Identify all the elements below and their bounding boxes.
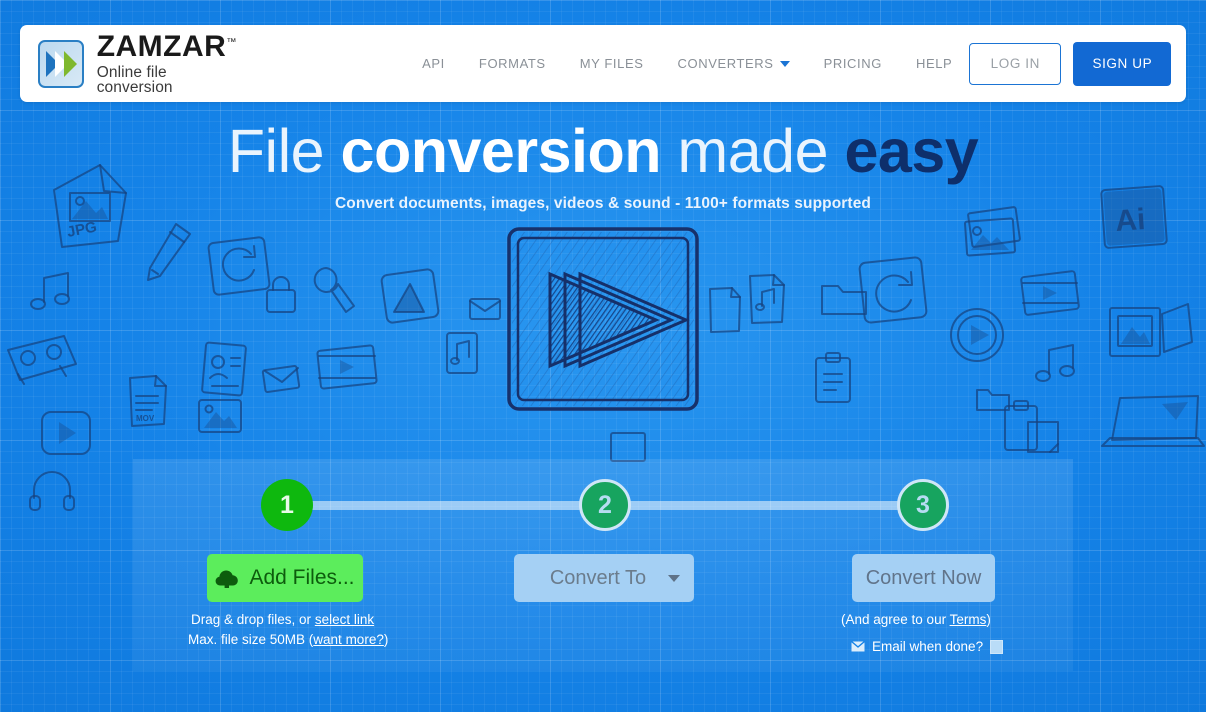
nav-api[interactable]: API xyxy=(405,56,462,71)
signup-button[interactable]: SIGN UP xyxy=(1073,41,1172,86)
file-size-hint: Max. file size 50MB (want more?) xyxy=(188,632,388,647)
step-indicator: 1 2 3 xyxy=(133,459,1073,559)
doodle-wrench-icon xyxy=(313,267,355,313)
nav-converters[interactable]: CONVERTERS xyxy=(661,56,807,71)
double-chevron-logo-icon xyxy=(38,39,84,88)
doodle-mov-file-icon: MOV xyxy=(129,375,167,427)
doodle-envelope-icon xyxy=(469,298,501,320)
svg-text:MOV: MOV xyxy=(136,414,155,423)
want-more-link[interactable]: want more? xyxy=(313,632,384,647)
email-when-done-checkbox[interactable] xyxy=(990,639,1004,654)
hero-title-part-4: easy xyxy=(844,117,979,185)
chevron-down-icon xyxy=(668,574,680,582)
email-when-done-row: Email when done? xyxy=(851,639,1004,654)
doodle-headphones-icon xyxy=(29,471,75,511)
doodle-film-strip-icon xyxy=(316,344,378,390)
step-1[interactable]: 1 xyxy=(261,479,313,531)
step-2[interactable]: 2 xyxy=(579,479,631,531)
terms-hint-prefix: (And agree to our xyxy=(841,612,950,627)
nav-formats-label: FORMATS xyxy=(478,56,546,71)
logo-wordmark: ZAMZAR xyxy=(96,29,227,63)
nav-converters-label: CONVERTERS xyxy=(677,56,774,71)
doodle-image-frame-icon xyxy=(380,268,440,324)
convert-now-button[interactable]: Convert Now xyxy=(852,554,995,602)
hero-section: File conversion made easy Convert docume… xyxy=(0,117,1206,213)
nav-pricing-label: PRICING xyxy=(823,56,882,71)
widget-controls: Add Files... Convert To Convert Now Drag… xyxy=(133,554,1073,671)
doodle-music-note-2-icon xyxy=(1035,344,1075,382)
doodle-contact-card-icon xyxy=(201,341,247,397)
doodle-laptop-icon xyxy=(1101,395,1205,447)
doodle-music-note-icon xyxy=(30,272,70,310)
add-files-button[interactable]: Add Files... xyxy=(207,554,363,602)
fast-forward-chevrons-sketch-icon xyxy=(504,224,702,419)
doodle-play-circle-icon xyxy=(950,308,1004,362)
terms-hint: (And agree to our Terms) xyxy=(841,612,991,627)
envelope-icon xyxy=(851,641,865,652)
email-when-done-label: Email when done? xyxy=(872,639,984,654)
doodle-lock-icon xyxy=(266,276,296,313)
doodle-audio-file-icon xyxy=(749,274,785,324)
nav-my-files[interactable]: MY FILES xyxy=(563,56,661,71)
doodle-play-square-icon xyxy=(41,411,91,455)
doodle-folder-2-icon xyxy=(976,389,1010,411)
doodle-file-page-icon xyxy=(709,287,741,333)
doodle-clipboard-icon xyxy=(815,352,851,403)
nav-my-files-label: MY FILES xyxy=(579,56,644,71)
auth-buttons: LOG IN SIGN UP xyxy=(969,41,1172,86)
drag-drop-hint-text: Drag & drop files, or xyxy=(191,612,315,627)
nav-api-label: API xyxy=(422,56,445,71)
file-size-hint-text: Max. file size 50MB ( xyxy=(188,632,314,647)
login-button[interactable]: LOG IN xyxy=(969,42,1062,85)
nav-formats[interactable]: FORMATS xyxy=(462,56,563,71)
drag-drop-hint: Drag & drop files, or select link xyxy=(191,612,374,627)
logo-tagline: Online file conversion xyxy=(96,63,173,96)
convert-now-button-label: Convert Now xyxy=(865,566,982,589)
hero-title-part-3: made xyxy=(660,117,845,185)
doodle-stacked-photos-icon xyxy=(964,206,1021,257)
doodle-pencil-icon xyxy=(147,223,191,281)
file-size-hint-suffix: ) xyxy=(383,632,389,647)
select-link[interactable]: select link xyxy=(315,612,374,627)
main-navigation: API FORMATS MY FILES CONVERTERS PRICING … xyxy=(405,56,969,71)
logo-trademark: ™ xyxy=(226,36,237,48)
cloud-upload-icon xyxy=(216,570,239,588)
site-header: ZAMZAR™ Online file conversion API FORMA… xyxy=(20,25,1186,102)
conversion-widget: 1 2 3 Add Files... Convert To Convert No… xyxy=(133,459,1073,671)
nav-pricing[interactable]: PRICING xyxy=(807,56,899,71)
terms-hint-suffix: ) xyxy=(986,612,991,627)
nav-help[interactable]: HELP xyxy=(899,56,969,71)
hero-subtitle: Convert documents, images, videos & soun… xyxy=(335,195,871,213)
hero-title-part-2: conversion xyxy=(340,117,662,185)
doodle-framed-picture-icon xyxy=(1109,303,1193,357)
chevron-down-icon xyxy=(779,60,790,67)
convert-to-dropdown-label: Convert To xyxy=(549,566,647,589)
terms-link[interactable]: Terms xyxy=(950,612,987,627)
doodle-video-reel-icon xyxy=(1020,270,1080,316)
doodle-cassette-icon xyxy=(7,335,77,385)
doodle-note-page-icon xyxy=(446,332,478,374)
add-files-button-label: Add Files... xyxy=(249,566,355,589)
doodle-envelope-2-icon xyxy=(261,364,301,394)
hero-title-part-1: File xyxy=(227,117,341,185)
doodle-circular-arrow-icon xyxy=(858,256,928,324)
doodle-photo-icon xyxy=(198,399,242,433)
convert-to-dropdown[interactable]: Convert To xyxy=(514,554,694,602)
doodle-refresh-disc-icon xyxy=(207,236,271,296)
signup-button-label: SIGN UP xyxy=(1092,56,1153,71)
logo[interactable]: ZAMZAR™ Online file conversion xyxy=(38,29,239,96)
step-3[interactable]: 3 xyxy=(897,479,949,531)
page-title: File conversion made easy xyxy=(0,117,1206,185)
login-button-label: LOG IN xyxy=(990,56,1041,71)
nav-help-label: HELP xyxy=(915,56,953,71)
